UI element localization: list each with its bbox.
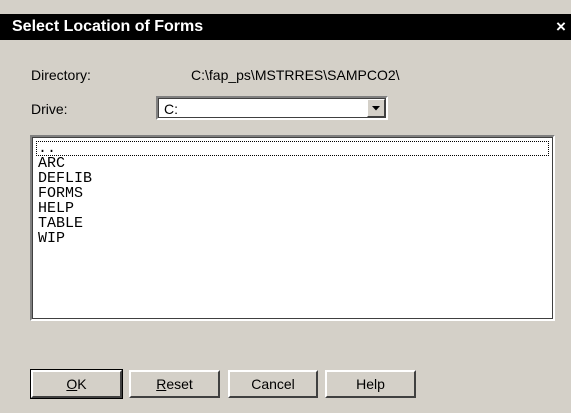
folder-list-item[interactable]: HELP	[36, 201, 549, 216]
select-location-dialog: Select Location of Forms × Directory: C:…	[0, 0, 571, 413]
drive-select-value: C:	[164, 101, 178, 117]
close-icon[interactable]: ×	[553, 17, 569, 37]
ok-button[interactable]: OK	[30, 369, 123, 399]
chevron-down-icon	[372, 106, 380, 111]
folder-list-item[interactable]: ..	[36, 141, 549, 156]
cancel-button[interactable]: Cancel	[228, 370, 318, 398]
ok-label-rest: K	[77, 376, 87, 392]
directory-label: Directory:	[31, 67, 91, 83]
directory-value: C:\fap_ps\MSTRRES\SAMPCO2\	[191, 67, 400, 83]
folder-list-item[interactable]: DEFLIB	[36, 171, 549, 186]
title-bar[interactable]: Select Location of Forms ×	[0, 14, 571, 40]
folder-listbox[interactable]: .. ARC DEFLIB FORMS HELP TABLE WIP	[30, 135, 555, 321]
folder-list-item[interactable]: FORMS	[36, 186, 549, 201]
drive-select[interactable]: C:	[156, 96, 388, 120]
help-button[interactable]: Help	[325, 370, 416, 398]
reset-button[interactable]: Reset	[129, 370, 220, 398]
folder-list-item[interactable]: TABLE	[36, 216, 549, 231]
reset-label-rest: eset	[166, 376, 193, 392]
ok-mnemonic: O	[66, 376, 78, 392]
drive-label: Drive:	[31, 101, 68, 117]
reset-mnemonic: R	[156, 376, 167, 392]
folder-list-item[interactable]: ARC	[36, 156, 549, 171]
folder-list-item[interactable]: WIP	[36, 231, 549, 246]
dialog-title: Select Location of Forms	[12, 18, 204, 35]
drive-dropdown-button[interactable]	[367, 99, 385, 117]
folder-list: .. ARC DEFLIB FORMS HELP TABLE WIP	[36, 141, 549, 246]
